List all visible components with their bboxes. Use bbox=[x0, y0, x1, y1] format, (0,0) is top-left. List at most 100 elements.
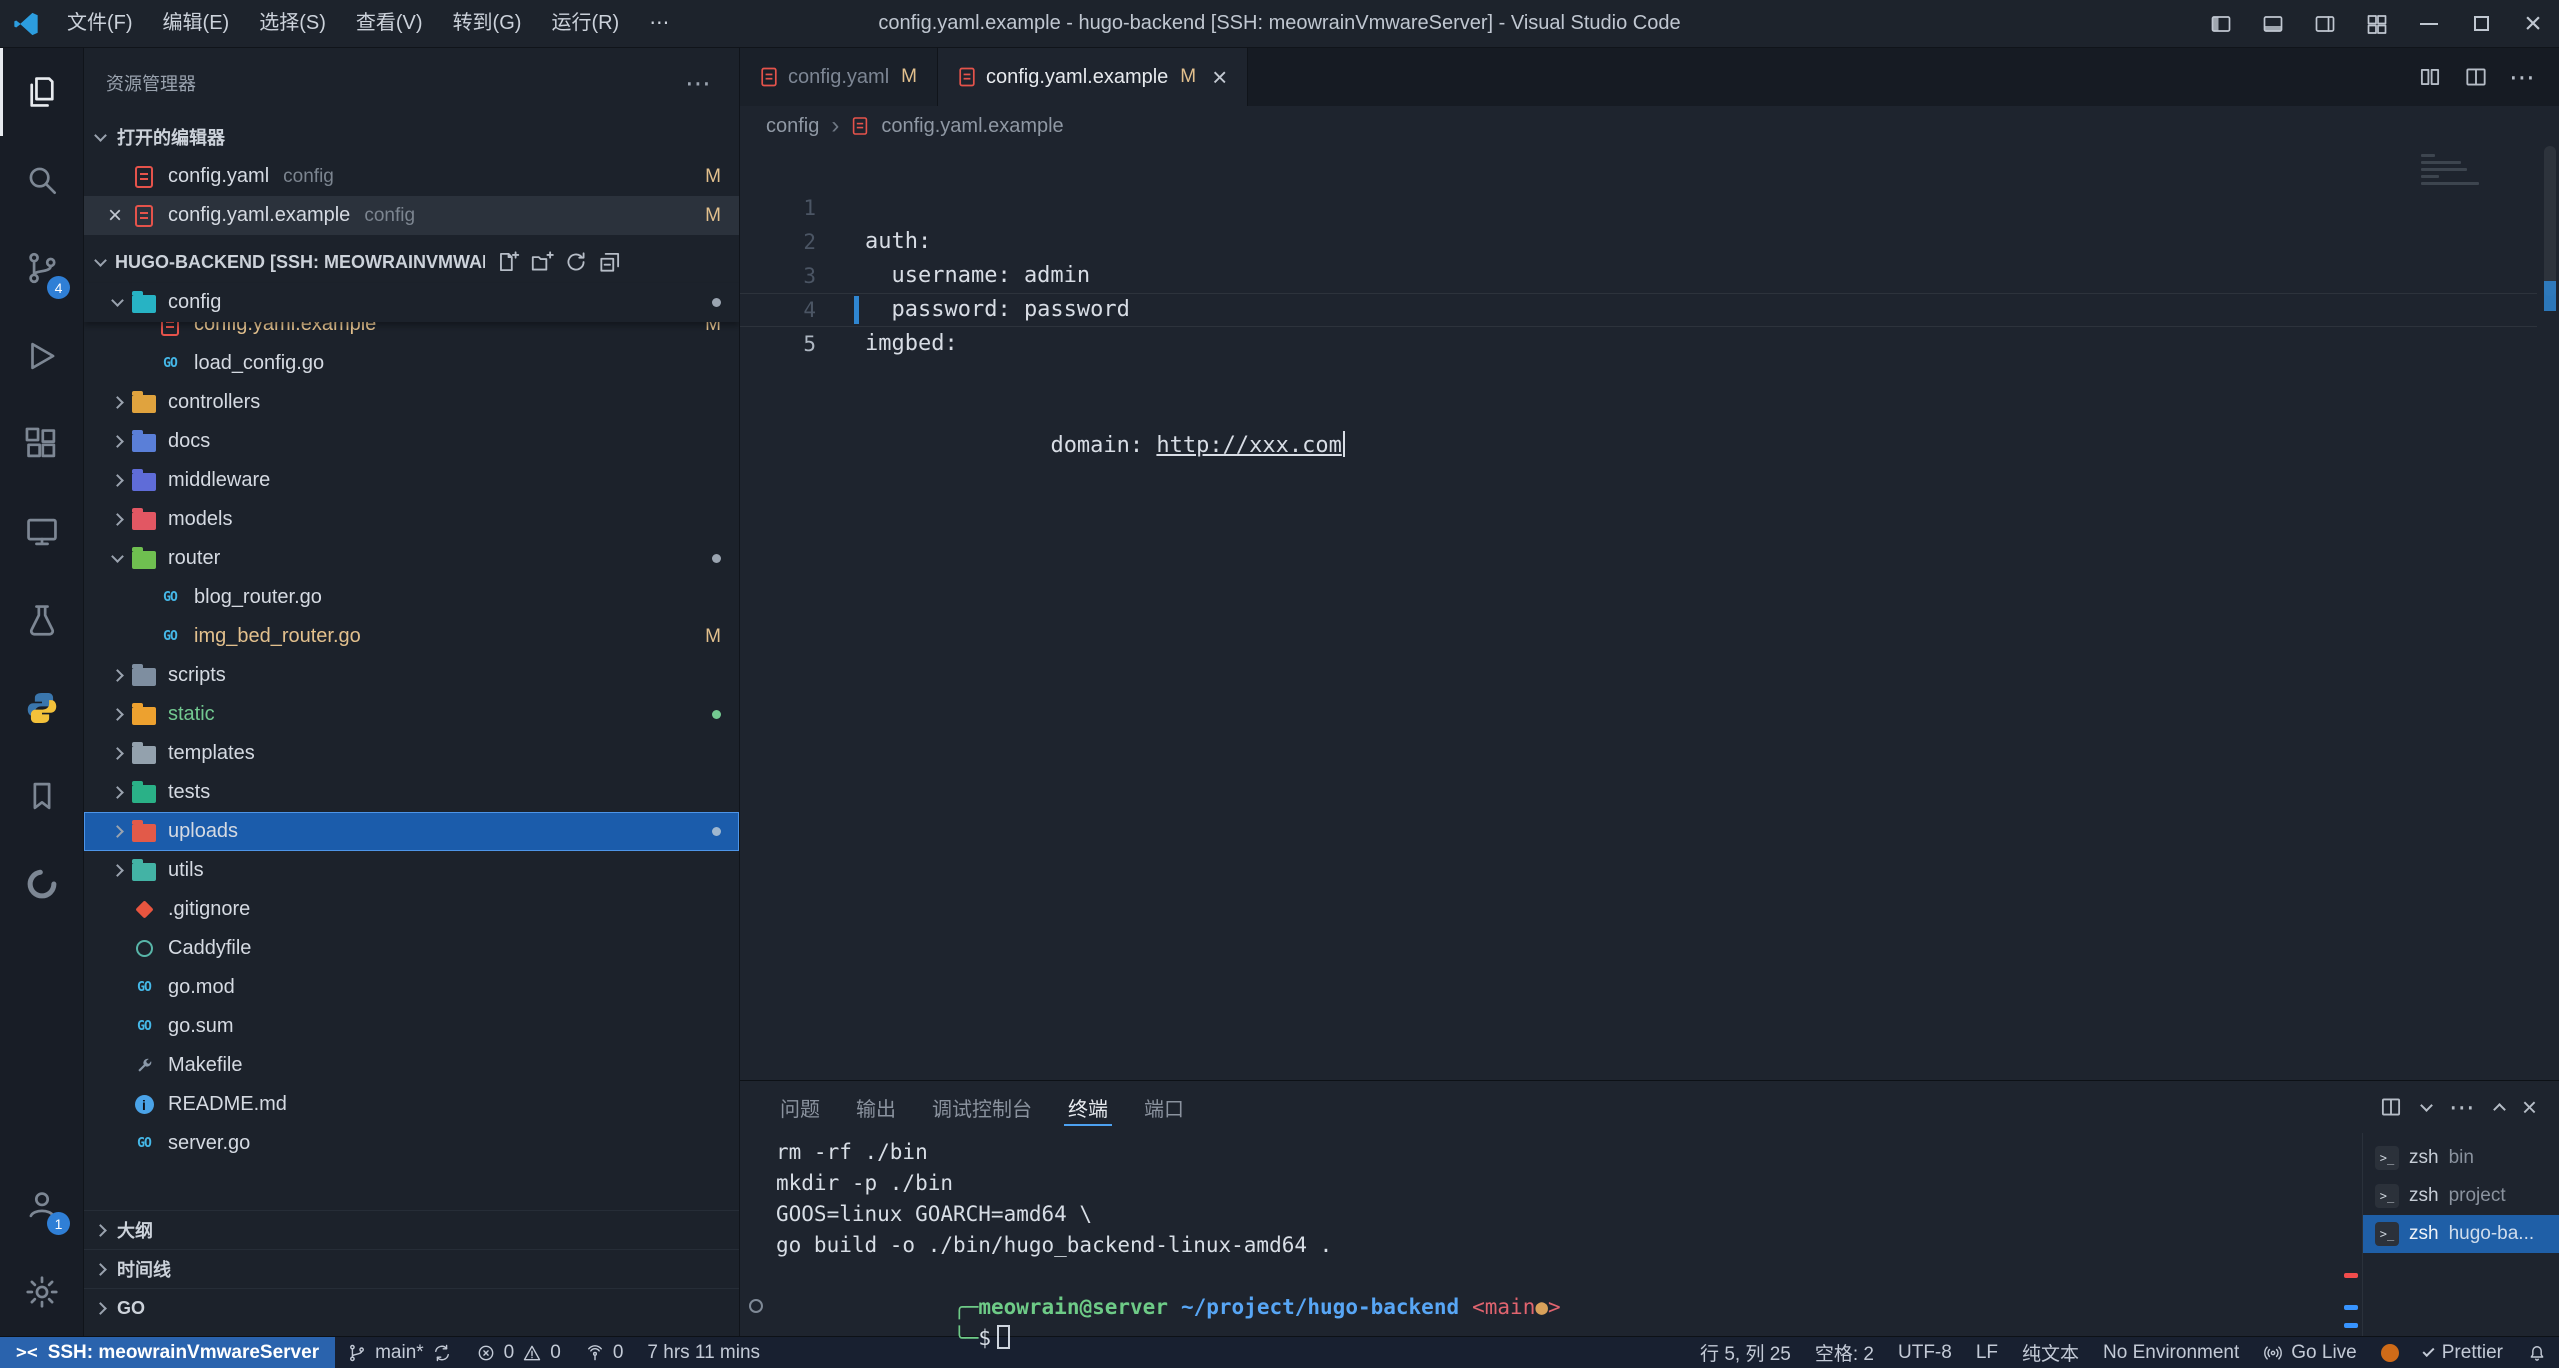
python-icon[interactable] bbox=[0, 664, 83, 752]
branch-item[interactable]: main* bbox=[335, 1337, 464, 1368]
encoding-item[interactable]: UTF-8 bbox=[1886, 1337, 1964, 1368]
open-changes-icon[interactable] bbox=[2417, 64, 2443, 90]
circle-extension-icon[interactable] bbox=[0, 840, 83, 928]
open-editor-config-yaml[interactable]: config.yaml config M bbox=[84, 157, 739, 196]
open-editors-header[interactable]: 打开的编辑器 bbox=[84, 117, 739, 157]
command-decoration-icon[interactable] bbox=[749, 1299, 763, 1313]
ports-item[interactable]: 0 bbox=[573, 1337, 636, 1368]
url-link[interactable]: http://xxx.com bbox=[1156, 433, 1341, 458]
menu-view[interactable]: 查看(V) bbox=[341, 0, 438, 47]
tab-config-yaml[interactable]: config.yaml M bbox=[740, 48, 938, 106]
terminal-tab-hugo-backend[interactable]: >_ zsh hugo-ba... bbox=[2363, 1215, 2559, 1253]
tree-item-server-go[interactable]: GO server.go bbox=[84, 1124, 739, 1163]
panel-tab-debug-console[interactable]: 调试控制台 bbox=[914, 1081, 1050, 1133]
terminal-viewport[interactable]: rm -rf ./bin mkdir -p ./bin GOOS=linux G… bbox=[740, 1133, 2362, 1336]
tree-item-controllers[interactable]: controllers bbox=[84, 383, 739, 422]
tree-item-gitignore[interactable]: .gitignore bbox=[84, 890, 739, 929]
tree-item-middleware[interactable]: middleware bbox=[84, 461, 739, 500]
source-control-icon[interactable]: 4 bbox=[0, 224, 83, 312]
minimize-button[interactable] bbox=[2403, 0, 2455, 47]
eol-item[interactable]: LF bbox=[1964, 1337, 2010, 1368]
extension-status-item[interactable] bbox=[2369, 1337, 2411, 1368]
settings-gear-icon[interactable] bbox=[0, 1248, 83, 1336]
tree-item-scripts[interactable]: scripts bbox=[84, 656, 739, 695]
open-editor-config-yaml-example[interactable]: × config.yaml.example config M bbox=[84, 196, 739, 235]
section-timeline[interactable]: 时间线 bbox=[84, 1249, 739, 1288]
close-icon[interactable]: × bbox=[1212, 62, 1227, 93]
tab-config-yaml-example[interactable]: config.yaml.example M × bbox=[938, 48, 1248, 106]
close-button[interactable]: × bbox=[2507, 0, 2559, 47]
terminal-tab-bin[interactable]: >_ zsh bin bbox=[2363, 1139, 2559, 1177]
scrollbar-slider[interactable] bbox=[2544, 146, 2556, 296]
tree-item-models[interactable]: models bbox=[84, 500, 739, 539]
python-env-item[interactable]: No Environment bbox=[2091, 1337, 2251, 1368]
accounts-icon[interactable]: 1 bbox=[0, 1160, 83, 1248]
menu-edit[interactable]: 编辑(E) bbox=[148, 0, 245, 47]
tree-item-templates[interactable]: templates bbox=[84, 734, 739, 773]
terminal-tab-project[interactable]: >_ zsh project bbox=[2363, 1177, 2559, 1215]
remote-indicator[interactable]: >< SSH: meowrainVmwareServer bbox=[0, 1337, 335, 1368]
split-editor-icon[interactable] bbox=[2463, 64, 2489, 90]
tree-item-docs[interactable]: docs bbox=[84, 422, 739, 461]
toggle-panel-icon[interactable] bbox=[2247, 0, 2299, 47]
maximize-button[interactable] bbox=[2455, 0, 2507, 47]
toggle-sidebar-icon[interactable] bbox=[2195, 0, 2247, 47]
chevron-down-icon[interactable] bbox=[2420, 1099, 2433, 1112]
split-terminal-icon[interactable] bbox=[2378, 1094, 2404, 1120]
project-section-header[interactable]: HUGO-BACKEND [SSH: MEOWRAINVMWARE... bbox=[84, 241, 739, 283]
bookmarks-icon[interactable] bbox=[0, 752, 83, 840]
go-live-item[interactable]: Go Live bbox=[2251, 1337, 2368, 1368]
panel-tab-terminal[interactable]: 终端 bbox=[1050, 1081, 1126, 1133]
panel-tab-ports[interactable]: 端口 bbox=[1126, 1081, 1202, 1133]
language-mode-item[interactable]: 纯文本 bbox=[2010, 1337, 2091, 1368]
section-outline[interactable]: 大纲 bbox=[84, 1210, 739, 1249]
breadcrumb-folder[interactable]: config bbox=[766, 115, 819, 138]
toggle-secondary-sidebar-icon[interactable] bbox=[2299, 0, 2351, 47]
tree-item-go-sum[interactable]: GO go.sum bbox=[84, 1007, 739, 1046]
cursor-position-item[interactable]: 行 5, 列 25 bbox=[1688, 1337, 1803, 1368]
extensions-icon[interactable] bbox=[0, 400, 83, 488]
tree-item-caddyfile[interactable]: Caddyfile bbox=[84, 929, 739, 968]
tree-item-makefile[interactable]: Makefile bbox=[84, 1046, 739, 1085]
panel-tab-problems[interactable]: 问题 bbox=[762, 1081, 838, 1133]
prettier-item[interactable]: Prettier bbox=[2411, 1337, 2515, 1368]
section-go[interactable]: GO bbox=[84, 1288, 739, 1327]
code-editor[interactable]: 1 auth: 2 username: admin 3 password: pa… bbox=[740, 146, 2559, 1080]
notifications-item[interactable] bbox=[2515, 1337, 2559, 1368]
menu-selection[interactable]: 选择(S) bbox=[244, 0, 341, 47]
tree-item-uploads[interactable]: uploads bbox=[84, 812, 739, 851]
new-file-icon[interactable] bbox=[495, 249, 521, 275]
new-folder-icon[interactable] bbox=[529, 249, 555, 275]
sidebar-more-actions-icon[interactable]: ⋯ bbox=[679, 73, 717, 93]
search-icon[interactable] bbox=[0, 136, 83, 224]
panel-tab-output[interactable]: 输出 bbox=[838, 1081, 914, 1133]
explorer-icon[interactable] bbox=[0, 48, 83, 136]
tree-item-tests[interactable]: tests bbox=[84, 773, 739, 812]
editor-scrollbar[interactable] bbox=[2539, 146, 2559, 1080]
problems-item[interactable]: 0 0 bbox=[464, 1337, 573, 1368]
menu-file[interactable]: 文件(F) bbox=[52, 0, 148, 47]
tree-item-blog-router-go[interactable]: GO blog_router.go bbox=[84, 578, 739, 617]
tree-item-readme[interactable]: README.md bbox=[84, 1085, 739, 1124]
remote-explorer-icon[interactable] bbox=[0, 488, 83, 576]
tree-item-load-config-go[interactable]: GO load_config.go bbox=[84, 344, 739, 383]
customize-layout-icon[interactable] bbox=[2351, 0, 2403, 47]
minimap[interactable] bbox=[2421, 154, 2531, 189]
indentation-item[interactable]: 空格: 2 bbox=[1803, 1337, 1886, 1368]
close-panel-icon[interactable]: × bbox=[2522, 1092, 2537, 1123]
wakatime-item[interactable]: 7 hrs 11 mins bbox=[635, 1337, 772, 1368]
collapse-all-icon[interactable] bbox=[597, 249, 623, 275]
tree-item-go-mod[interactable]: GO go.mod bbox=[84, 968, 739, 1007]
tree-item-static[interactable]: static bbox=[84, 695, 739, 734]
run-debug-icon[interactable] bbox=[0, 312, 83, 400]
tree-item-img-bed-router-go[interactable]: GO img_bed_router.go M bbox=[84, 617, 739, 656]
maximize-panel-icon[interactable] bbox=[2493, 1103, 2506, 1116]
refresh-icon[interactable] bbox=[563, 249, 589, 275]
tree-item-config-yaml-example[interactable]: config.yaml.example M bbox=[84, 322, 739, 344]
more-actions-icon[interactable]: ⋯ bbox=[2509, 62, 2537, 93]
tree-item-utils[interactable]: utils bbox=[84, 851, 739, 890]
close-icon[interactable]: × bbox=[98, 202, 132, 230]
more-actions-icon[interactable]: ⋯ bbox=[2449, 1092, 2477, 1123]
tree-item-router[interactable]: router bbox=[84, 539, 739, 578]
menu-overflow[interactable]: ⋯ bbox=[634, 0, 684, 47]
